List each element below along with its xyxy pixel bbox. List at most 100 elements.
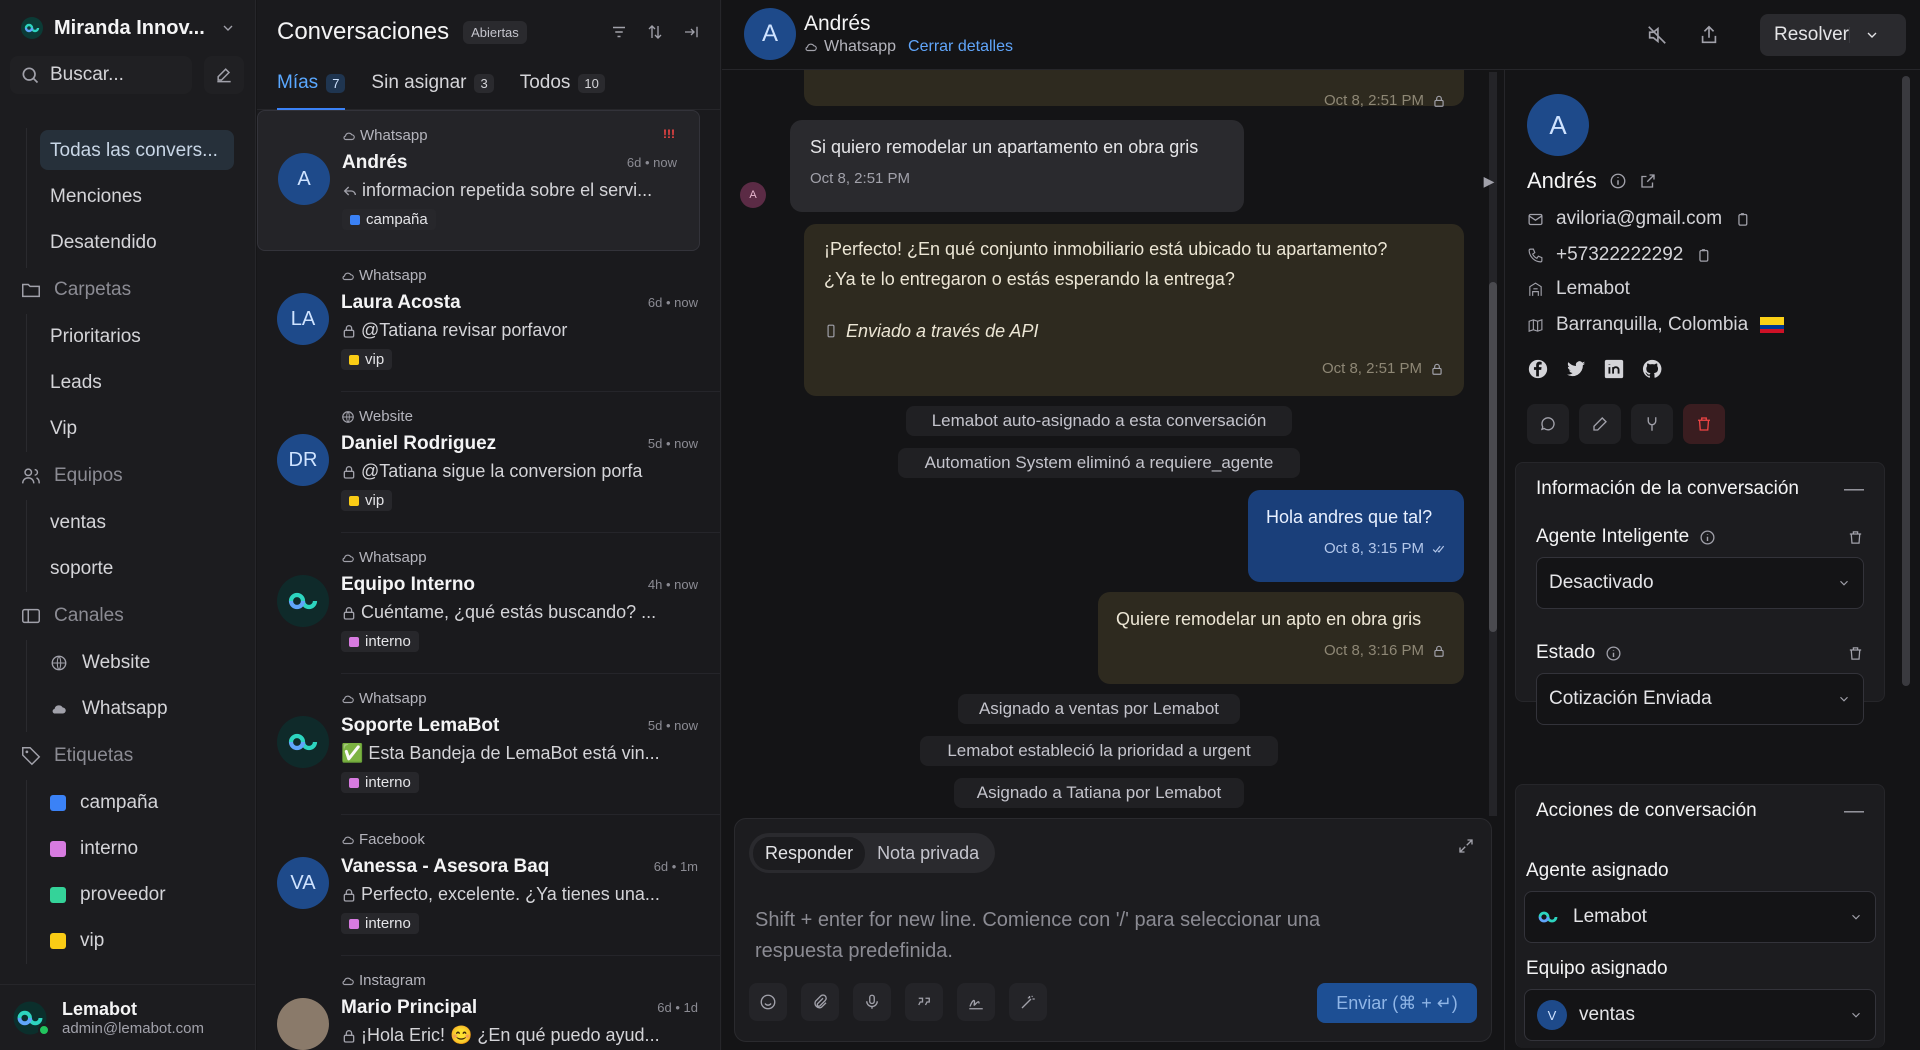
sidebar-item-mentions[interactable]: Menciones — [0, 174, 256, 220]
sidebar-item-all-conversations[interactable]: Todas las convers... — [0, 128, 256, 174]
sidebar-section-labels[interactable]: Etiquetas — [0, 732, 256, 780]
sidebar-item-soporte[interactable]: soporte — [0, 546, 256, 592]
status-select[interactable]: Cotización Enviada — [1536, 673, 1864, 725]
linkedin-icon[interactable] — [1603, 358, 1625, 380]
label-tag: interno — [341, 631, 419, 652]
assigned-team-select[interactable]: Vventas — [1524, 989, 1876, 1041]
smart-agent-select[interactable]: Desactivado — [1536, 557, 1864, 609]
audio-button[interactable] — [853, 983, 891, 1021]
private-note-tab[interactable]: Nota privada — [865, 837, 991, 870]
section-header[interactable]: Acciones de conversación — — [1516, 785, 1884, 837]
search-placeholder: Buscar... — [50, 64, 124, 85]
message-text: ¡Perfecto! ¿En qué conjunto inmobiliario… — [824, 239, 1388, 259]
sidebar-item-unattended[interactable]: Desatendido — [0, 220, 256, 266]
sidebar-item-whatsapp[interactable]: Whatsapp — [0, 686, 256, 732]
sidebar-item-leads[interactable]: Leads — [0, 360, 256, 406]
tab-sin-asignar[interactable]: Sin asignar 3 — [371, 63, 494, 109]
info-icon[interactable] — [1699, 529, 1716, 546]
sidebar-item-ventas[interactable]: ventas — [0, 500, 256, 546]
minus-icon[interactable]: — — [1844, 800, 1864, 823]
reply-tab[interactable]: Responder — [753, 836, 866, 870]
resolve-button[interactable]: Resolver — [1760, 14, 1906, 56]
send-button[interactable]: Enviar (⌘ + ↵) — [1317, 983, 1477, 1023]
info-icon[interactable] — [1609, 172, 1627, 190]
select-value: Cotización Enviada — [1549, 688, 1712, 709]
attach-button[interactable] — [801, 983, 839, 1021]
sidebar-item-label: Menciones — [50, 186, 142, 207]
status-filter-badge[interactable]: Abiertas — [463, 20, 527, 44]
conversation-item[interactable]: LA Whatsapp Laura Acosta 6d • now @Tatia… — [277, 251, 720, 392]
quote-button[interactable] — [905, 983, 943, 1021]
contact-name: Laura Acosta — [341, 292, 461, 313]
close-details-link[interactable]: Cerrar detalles — [908, 38, 1013, 56]
delete-contact-button[interactable] — [1683, 404, 1725, 444]
panel-scrollbar[interactable] — [1902, 76, 1910, 686]
sidebar-item-prioritarios[interactable]: Prioritarios — [0, 314, 256, 360]
message-input[interactable]: Shift + enter for new line. Comience con… — [755, 905, 1395, 967]
sidebar-label-vip[interactable]: vip — [0, 918, 256, 964]
reply-mode-toggle: Responder Nota privada — [749, 833, 996, 873]
chevron-right-icon[interactable]: ▶ — [1478, 170, 1500, 192]
trash-icon[interactable] — [1847, 645, 1864, 662]
facebook-icon[interactable] — [1527, 358, 1549, 380]
sidebar-item-label: Whatsapp — [82, 698, 168, 719]
conversation-item[interactable]: DR Website Daniel Rodriguez 5d • now @Ta… — [277, 392, 720, 533]
sidebar-section-channels[interactable]: Canales — [0, 592, 256, 640]
section-title: Acciones de conversación — [1536, 800, 1757, 821]
avatar — [277, 716, 329, 768]
conversation-item[interactable]: Instagram Mario Principal 6d • 1d ¡Hola … — [277, 956, 720, 1050]
sidebar-item-label: proveedor — [80, 884, 166, 905]
new-message-button[interactable] — [1527, 404, 1569, 444]
copy-icon[interactable] — [1695, 247, 1712, 264]
contact-panel: A Andrés aviloria@gmail.com +57322222292… — [1504, 70, 1920, 1050]
trash-icon[interactable] — [1847, 529, 1864, 546]
channel-label: Whatsapp — [341, 549, 427, 566]
tab-todos[interactable]: Todos 10 — [520, 63, 605, 109]
sidebar-item-website[interactable]: Website — [0, 640, 256, 686]
copy-icon[interactable] — [1734, 211, 1751, 228]
filter-icon[interactable] — [610, 23, 628, 41]
sidebar-item-vip[interactable]: Vip — [0, 406, 256, 452]
info-icon[interactable] — [1605, 645, 1622, 662]
conversation-item[interactable]: VA Facebook Vanessa - Asesora Baq 6d • 1… — [277, 815, 720, 956]
sidebar-section-folders[interactable]: Carpetas — [0, 266, 256, 314]
contact-actions — [1527, 404, 1725, 444]
tab-mias[interactable]: Mías 7 — [277, 63, 346, 110]
twitter-icon[interactable] — [1565, 358, 1587, 380]
merge-contact-button[interactable] — [1631, 404, 1673, 444]
expand-icon[interactable] — [1457, 837, 1475, 855]
collapse-panel-icon[interactable] — [682, 23, 700, 41]
contact-phone[interactable]: +57322222292 — [1556, 244, 1683, 266]
emoji-button[interactable] — [749, 983, 787, 1021]
edit-contact-button[interactable] — [1579, 404, 1621, 444]
minus-icon[interactable]: — — [1844, 478, 1864, 501]
github-icon[interactable] — [1641, 358, 1663, 380]
sidebar-section-teams[interactable]: Equipos — [0, 452, 256, 500]
external-link-icon[interactable] — [1639, 172, 1657, 190]
current-user[interactable]: Lemabot admin@lemabot.com — [0, 984, 256, 1050]
system-event: Asignado a ventas por Lemabot — [958, 694, 1240, 724]
sidebar-label-campana[interactable]: campaña — [0, 780, 256, 826]
sort-icon[interactable] — [646, 23, 664, 41]
assigned-agent-select[interactable]: Lemabot — [1524, 891, 1876, 943]
compose-button[interactable] — [204, 56, 244, 94]
avatar: A — [744, 8, 796, 60]
signature-button[interactable] — [957, 983, 995, 1021]
conversation-item[interactable]: A Whatsapp !!! Andrés 6d • now informaci… — [257, 110, 700, 251]
tab-count: 10 — [578, 73, 605, 93]
search-input[interactable]: Buscar... — [10, 56, 192, 94]
system-event: Automation System eliminó a requiere_age… — [898, 448, 1300, 478]
contact-email[interactable]: aviloria@gmail.com — [1556, 208, 1722, 230]
section-header[interactable]: Información de la conversación — — [1516, 463, 1884, 515]
sidebar-label-interno[interactable]: interno — [0, 826, 256, 872]
lock-icon — [341, 323, 357, 339]
chevron-down-icon[interactable] — [1848, 27, 1894, 43]
sidebar-label-proveedor[interactable]: proveedor — [0, 872, 256, 918]
workspace-switcher[interactable]: Miranda Innov... — [12, 12, 244, 44]
mute-icon[interactable] — [1646, 24, 1668, 46]
share-icon[interactable] — [1698, 24, 1720, 46]
conversation-item[interactable]: Whatsapp Soporte LemaBot 5d • now ✅ Esta… — [277, 674, 720, 815]
ai-assist-button[interactable] — [1009, 983, 1047, 1021]
sidebar-item-label: ventas — [50, 512, 106, 533]
conversation-item[interactable]: Whatsapp Equipo Interno 4h • now Cuéntam… — [277, 533, 720, 674]
